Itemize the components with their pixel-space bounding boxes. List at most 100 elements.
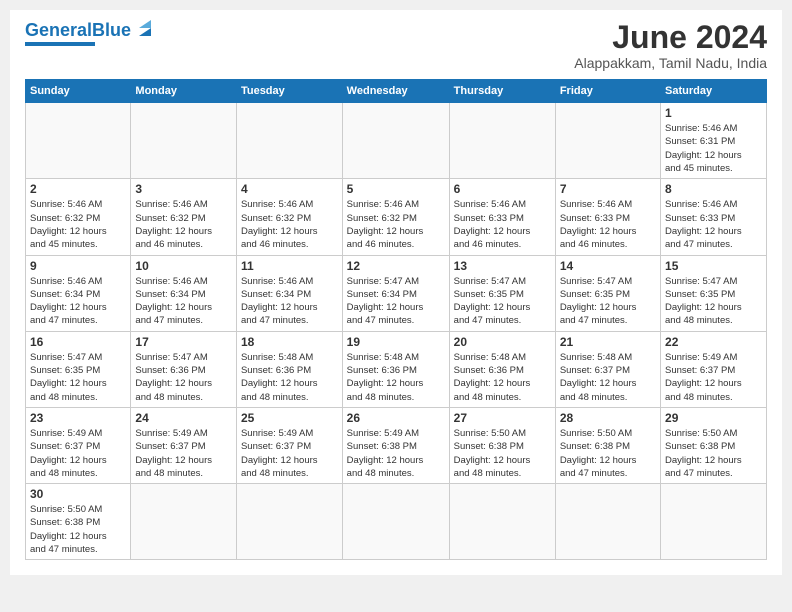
col-saturday: Saturday xyxy=(661,80,767,103)
day-number: 15 xyxy=(665,259,762,273)
cell-1-1: 3Sunrise: 5:46 AMSunset: 6:32 PMDaylight… xyxy=(131,179,237,255)
cell-1-0: 2 Sunrise: 5:46 AMSunset: 6:32 PMDaylight… xyxy=(26,179,131,255)
week-row-6: 30 Sunrise: 5:50 AMSunset: 6:38 PMDayligh… xyxy=(26,484,767,560)
logo-text1: General xyxy=(25,20,92,40)
week-row-5: 23Sunrise: 5:49 AMSunset: 6:37 PMDayligh… xyxy=(26,407,767,483)
header: GeneralBlue June 2024 Alappakkam, Tamil … xyxy=(25,20,767,71)
logo-icon xyxy=(133,18,155,40)
day-number: 11 xyxy=(241,259,338,273)
day-number: 10 xyxy=(135,259,232,273)
day-number: 20 xyxy=(454,335,551,349)
day-number: 19 xyxy=(347,335,445,349)
day-number: 13 xyxy=(454,259,551,273)
day-info: Sunrise: 5:47 AMSunset: 6:36 PMDaylight:… xyxy=(135,351,232,404)
header-row: Sunday Monday Tuesday Wednesday Thursday… xyxy=(26,80,767,103)
col-tuesday: Tuesday xyxy=(236,80,342,103)
page-title: June 2024 xyxy=(574,20,767,55)
cell-1-5: 7Sunrise: 5:46 AMSunset: 6:33 PMDaylight… xyxy=(555,179,660,255)
day-info: Sunrise: 5:46 AMSunset: 6:34 PMDaylight:… xyxy=(241,275,338,328)
day-number: 30 xyxy=(30,487,126,501)
cell-2-1: 10 Sunrise: 5:46 AMSunset: 6:34 PMDayligh… xyxy=(131,255,237,331)
day-info: Sunrise: 5:48 AMSunset: 6:36 PMDaylight:… xyxy=(241,351,338,404)
cell-5-4 xyxy=(449,484,555,560)
day-number: 24 xyxy=(135,411,232,425)
day-number: 12 xyxy=(347,259,445,273)
day-info: Sunrise: 5:48 AMSunset: 6:36 PMDaylight:… xyxy=(454,351,551,404)
cell-5-1 xyxy=(131,484,237,560)
day-info: Sunrise: 5:46 AMSunset: 6:32 PMDaylight:… xyxy=(30,198,126,251)
cell-0-6: 1 Sunrise: 5:46 AMSunset: 6:31 PMDaylight… xyxy=(661,103,767,179)
cell-2-5: 14Sunrise: 5:47 AMSunset: 6:35 PMDayligh… xyxy=(555,255,660,331)
cell-0-3 xyxy=(342,103,449,179)
day-info: Sunrise: 5:46 AMSunset: 6:34 PMDaylight:… xyxy=(135,275,232,328)
day-info: Sunrise: 5:50 AMSunset: 6:38 PMDaylight:… xyxy=(30,503,126,556)
calendar-table: Sunday Monday Tuesday Wednesday Thursday… xyxy=(25,79,767,560)
cell-4-1: 24 Sunrise: 5:49 AMSunset: 6:37 PMDayligh… xyxy=(131,407,237,483)
cell-2-2: 11 Sunrise: 5:46 AMSunset: 6:34 PMDayligh… xyxy=(236,255,342,331)
day-number: 7 xyxy=(560,182,656,196)
cell-4-2: 25Sunrise: 5:49 AMSunset: 6:37 PMDayligh… xyxy=(236,407,342,483)
cell-4-6: 29 Sunrise: 5:50 AMSunset: 6:38 PMDayligh… xyxy=(661,407,767,483)
day-number: 28 xyxy=(560,411,656,425)
day-number: 27 xyxy=(454,411,551,425)
day-info: Sunrise: 5:46 AMSunset: 6:32 PMDaylight:… xyxy=(347,198,445,251)
week-row-1: 1 Sunrise: 5:46 AMSunset: 6:31 PMDaylight… xyxy=(26,103,767,179)
week-row-2: 2 Sunrise: 5:46 AMSunset: 6:32 PMDaylight… xyxy=(26,179,767,255)
page: GeneralBlue June 2024 Alappakkam, Tamil … xyxy=(10,10,782,575)
day-info: Sunrise: 5:46 AMSunset: 6:33 PMDaylight:… xyxy=(665,198,762,251)
day-info: Sunrise: 5:50 AMSunset: 6:38 PMDaylight:… xyxy=(560,427,656,480)
cell-5-6 xyxy=(661,484,767,560)
cell-0-0 xyxy=(26,103,131,179)
day-number: 16 xyxy=(30,335,126,349)
cell-4-3: 26Sunrise: 5:49 AMSunset: 6:38 PMDayligh… xyxy=(342,407,449,483)
logo-text2: Blue xyxy=(92,20,131,40)
cell-3-5: 21Sunrise: 5:48 AMSunset: 6:37 PMDayligh… xyxy=(555,331,660,407)
day-number: 22 xyxy=(665,335,762,349)
cell-4-4: 27 Sunrise: 5:50 AMSunset: 6:38 PMDayligh… xyxy=(449,407,555,483)
cell-2-0: 9Sunrise: 5:46 AMSunset: 6:34 PMDaylight… xyxy=(26,255,131,331)
day-info: Sunrise: 5:46 AMSunset: 6:31 PMDaylight:… xyxy=(665,122,762,175)
day-info: Sunrise: 5:50 AMSunset: 6:38 PMDaylight:… xyxy=(665,427,762,480)
col-wednesday: Wednesday xyxy=(342,80,449,103)
day-number: 29 xyxy=(665,411,762,425)
cell-5-5 xyxy=(555,484,660,560)
day-info: Sunrise: 5:46 AMSunset: 6:32 PMDaylight:… xyxy=(135,198,232,251)
day-number: 1 xyxy=(665,106,762,120)
col-monday: Monday xyxy=(131,80,237,103)
day-number: 9 xyxy=(30,259,126,273)
day-info: Sunrise: 5:50 AMSunset: 6:38 PMDaylight:… xyxy=(454,427,551,480)
cell-3-3: 19Sunrise: 5:48 AMSunset: 6:36 PMDayligh… xyxy=(342,331,449,407)
day-number: 4 xyxy=(241,182,338,196)
day-info: Sunrise: 5:47 AMSunset: 6:35 PMDaylight:… xyxy=(560,275,656,328)
cell-3-6: 22 Sunrise: 5:49 AMSunset: 6:37 PMDayligh… xyxy=(661,331,767,407)
cell-2-3: 12 Sunrise: 5:47 AMSunset: 6:34 PMDayligh… xyxy=(342,255,449,331)
day-info: Sunrise: 5:46 AMSunset: 6:32 PMDaylight:… xyxy=(241,198,338,251)
day-number: 6 xyxy=(454,182,551,196)
cell-4-5: 28 Sunrise: 5:50 AMSunset: 6:38 PMDayligh… xyxy=(555,407,660,483)
cell-0-1 xyxy=(131,103,237,179)
day-info: Sunrise: 5:47 AMSunset: 6:35 PMDaylight:… xyxy=(665,275,762,328)
logo-bar xyxy=(25,42,95,46)
cell-5-2 xyxy=(236,484,342,560)
day-info: Sunrise: 5:47 AMSunset: 6:35 PMDaylight:… xyxy=(30,351,126,404)
day-number: 26 xyxy=(347,411,445,425)
day-number: 2 xyxy=(30,182,126,196)
cell-1-2: 4 Sunrise: 5:46 AMSunset: 6:32 PMDaylight… xyxy=(236,179,342,255)
day-info: Sunrise: 5:49 AMSunset: 6:37 PMDaylight:… xyxy=(30,427,126,480)
week-row-3: 9 Sunrise: 5:46 AMSunset: 6:34 PMDaylight… xyxy=(26,255,767,331)
cell-1-3: 5Sunrise: 5:46 AMSunset: 6:32 PMDaylight… xyxy=(342,179,449,255)
cell-3-0: 16 Sunrise: 5:47 AMSunset: 6:35 PMDayligh… xyxy=(26,331,131,407)
day-number: 21 xyxy=(560,335,656,349)
title-block: June 2024 Alappakkam, Tamil Nadu, India xyxy=(574,20,767,71)
col-friday: Friday xyxy=(555,80,660,103)
day-info: Sunrise: 5:46 AMSunset: 6:33 PMDaylight:… xyxy=(454,198,551,251)
cell-0-5 xyxy=(555,103,660,179)
col-thursday: Thursday xyxy=(449,80,555,103)
cell-3-2: 18Sunrise: 5:48 AMSunset: 6:36 PMDayligh… xyxy=(236,331,342,407)
page-subtitle: Alappakkam, Tamil Nadu, India xyxy=(574,55,767,71)
logo: GeneralBlue xyxy=(25,20,155,46)
day-info: Sunrise: 5:47 AMSunset: 6:34 PMDaylight:… xyxy=(347,275,445,328)
day-info: Sunrise: 5:49 AMSunset: 6:37 PMDaylight:… xyxy=(665,351,762,404)
day-number: 25 xyxy=(241,411,338,425)
day-info: Sunrise: 5:49 AMSunset: 6:37 PMDaylight:… xyxy=(135,427,232,480)
